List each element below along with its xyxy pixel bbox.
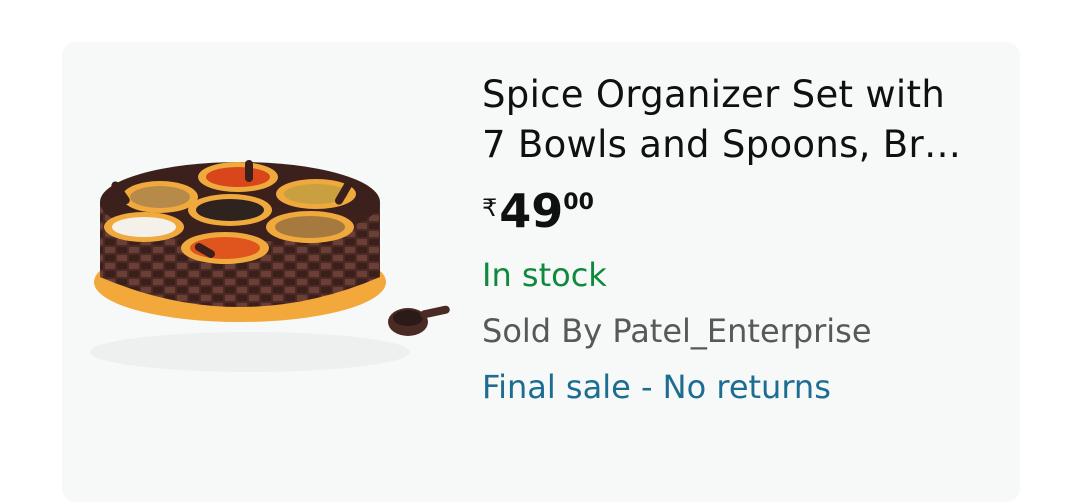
price-fraction: 00 bbox=[563, 190, 594, 215]
price-currency-symbol: ₹ bbox=[482, 194, 498, 222]
seller-info: Sold By Patel_Enterprise bbox=[482, 312, 872, 350]
product-image[interactable] bbox=[80, 102, 460, 382]
availability-status: In stock bbox=[482, 256, 607, 294]
spice-organizer-icon bbox=[90, 160, 450, 372]
product-price: ₹ 49 00 bbox=[482, 184, 1012, 242]
product-title[interactable]: Spice Organizer Set with 7 Bowls and Spo… bbox=[482, 70, 1012, 170]
product-card[interactable]: Spice Organizer Set with 7 Bowls and Spo… bbox=[62, 42, 1020, 502]
price-whole: 49 bbox=[499, 184, 564, 238]
product-title-line-1[interactable]: Spice Organizer Set with bbox=[482, 73, 945, 116]
return-policy: Final sale - No returns bbox=[482, 368, 831, 406]
product-title-line-2[interactable]: 7 Bowls and Spoons, Br… bbox=[482, 123, 961, 166]
product-info: Spice Organizer Set with 7 Bowls and Spo… bbox=[482, 70, 1012, 408]
